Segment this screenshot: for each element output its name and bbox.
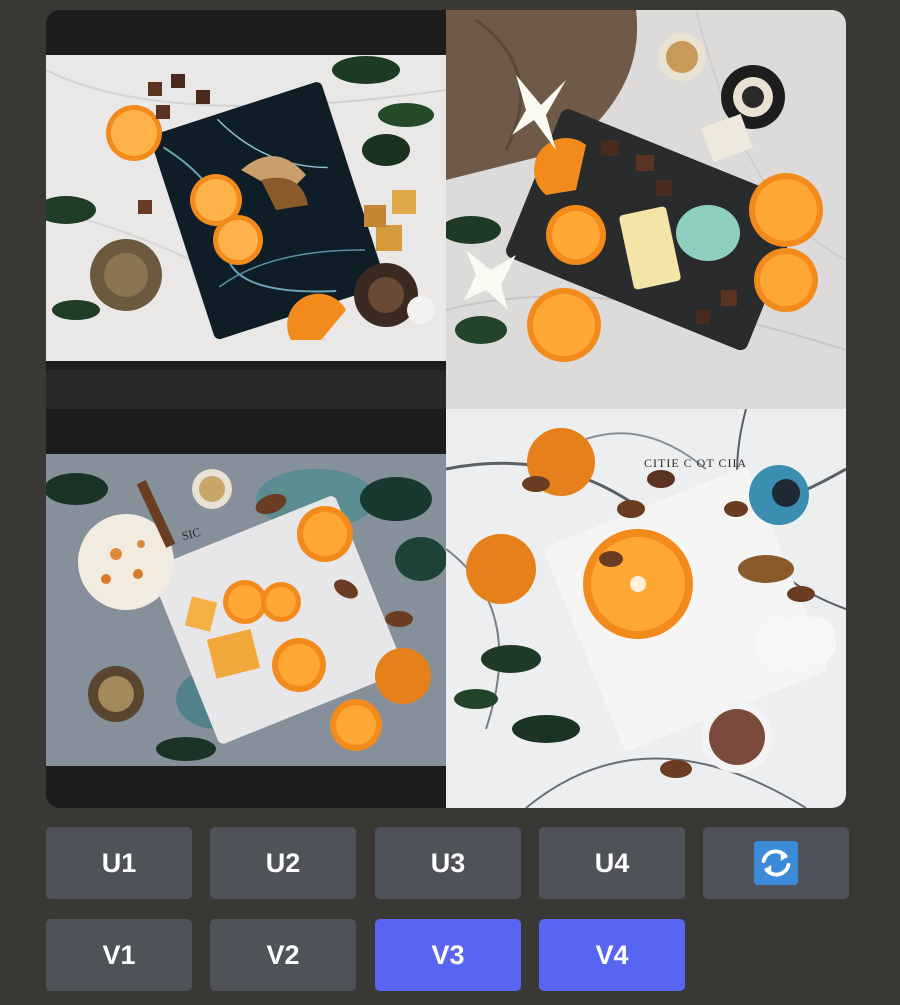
variation-3-button[interactable]: V3 (375, 919, 521, 991)
grid-image-2-art (446, 10, 846, 409)
tile-4-overlay-text: CITIE C OT CIIA (644, 456, 747, 470)
reroll-button[interactable] (703, 827, 849, 899)
refresh-icon (753, 840, 799, 886)
grid-image-4-art: CITIE C OT CIIA (446, 409, 846, 808)
upscale-1-button[interactable]: U1 (46, 827, 192, 899)
grid-image-4[interactable]: CITIE C OT CIIA (446, 409, 846, 808)
grid-image-2[interactable] (446, 10, 846, 409)
variation-1-button[interactable]: V1 (46, 919, 192, 991)
variation-4-button[interactable]: V4 (539, 919, 685, 991)
image-grid: SIC CITIE C OT CIIA (46, 10, 846, 808)
upscale-2-button[interactable]: U2 (210, 827, 356, 899)
grid-image-3-art: SIC (46, 409, 446, 808)
variation-2-button[interactable]: V2 (210, 919, 356, 991)
grid-image-3[interactable]: SIC (46, 409, 446, 808)
upscale-3-button[interactable]: U3 (375, 827, 521, 899)
upscale-4-button[interactable]: U4 (539, 827, 685, 899)
grid-image-1-art (46, 10, 446, 409)
grid-image-1[interactable] (46, 10, 446, 409)
